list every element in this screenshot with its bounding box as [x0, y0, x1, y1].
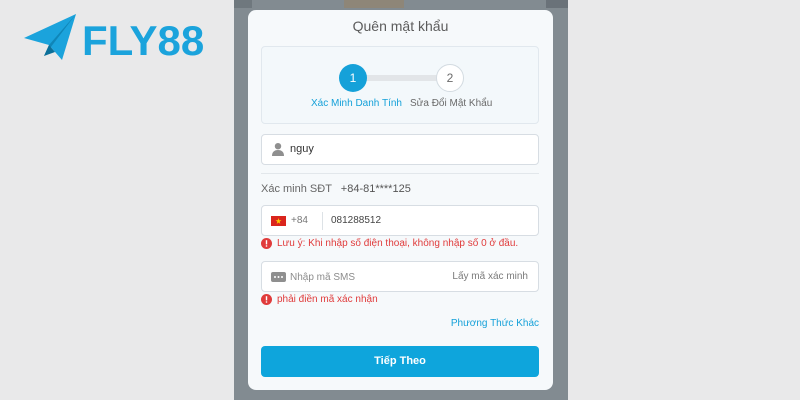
backdrop-detail — [344, 0, 404, 8]
phone-field[interactable]: +84 081288512 — [261, 205, 539, 236]
step-2-circle: 2 — [436, 64, 464, 92]
step-1-label: Xác Minh Danh Tính — [311, 98, 402, 109]
masked-phone-number: +84-81****125 — [340, 183, 411, 195]
sms-error-message: phải điền mã xác nhận — [261, 294, 378, 305]
phone-error-text: Lưu ý: Khi nhập số điện thoại, không nhậ… — [277, 238, 519, 249]
error-icon — [261, 294, 272, 305]
vietnam-flag-icon — [271, 216, 286, 226]
phone-value: 081288512 — [331, 215, 382, 226]
section-divider — [261, 173, 539, 174]
sms-error-text: phải điền mã xác nhận — [277, 294, 378, 305]
brand-logo: FLY88 — [22, 12, 232, 68]
next-button[interactable]: Tiếp Theo — [261, 346, 539, 377]
step-indicator: 1 2 Xác Minh Danh Tính Sửa Đổi Mật Khẩu — [261, 46, 539, 124]
error-icon — [261, 238, 272, 249]
sms-code-input[interactable] — [290, 268, 440, 286]
forgot-password-modal: Quên mật khẩu 1 2 Xác Minh Danh Tính Sửa… — [248, 10, 553, 390]
field-separator — [322, 212, 323, 230]
country-code[interactable]: +84 — [291, 215, 308, 226]
sms-code-field: Lấy mã xác minh — [261, 261, 539, 292]
get-code-button[interactable]: Lấy mã xác minh — [452, 271, 528, 282]
step-1-circle: 1 — [339, 64, 367, 92]
step-2-label: Sửa Đổi Mật Khẩu — [410, 98, 493, 109]
brand-name: FLY88 — [82, 17, 204, 64]
other-method-link[interactable]: Phương Thức Khác — [451, 318, 539, 329]
phone-verify-label: Xác minh SĐT +84-81****125 — [261, 183, 411, 195]
phone-error-message: Lưu ý: Khi nhập số điện thoại, không nhậ… — [261, 238, 518, 249]
message-icon — [271, 272, 286, 282]
backdrop-detail — [234, 0, 252, 8]
user-icon — [272, 143, 284, 156]
fly88-logo: FLY88 — [24, 14, 204, 64]
verify-label-text: Xác minh SĐT — [261, 183, 332, 195]
modal-title: Quên mật khẩu — [352, 18, 449, 34]
username-value: nguy — [290, 143, 314, 155]
username-field[interactable]: nguy — [261, 134, 539, 165]
backdrop-detail — [546, 0, 568, 8]
paper-plane-icon — [24, 14, 76, 60]
